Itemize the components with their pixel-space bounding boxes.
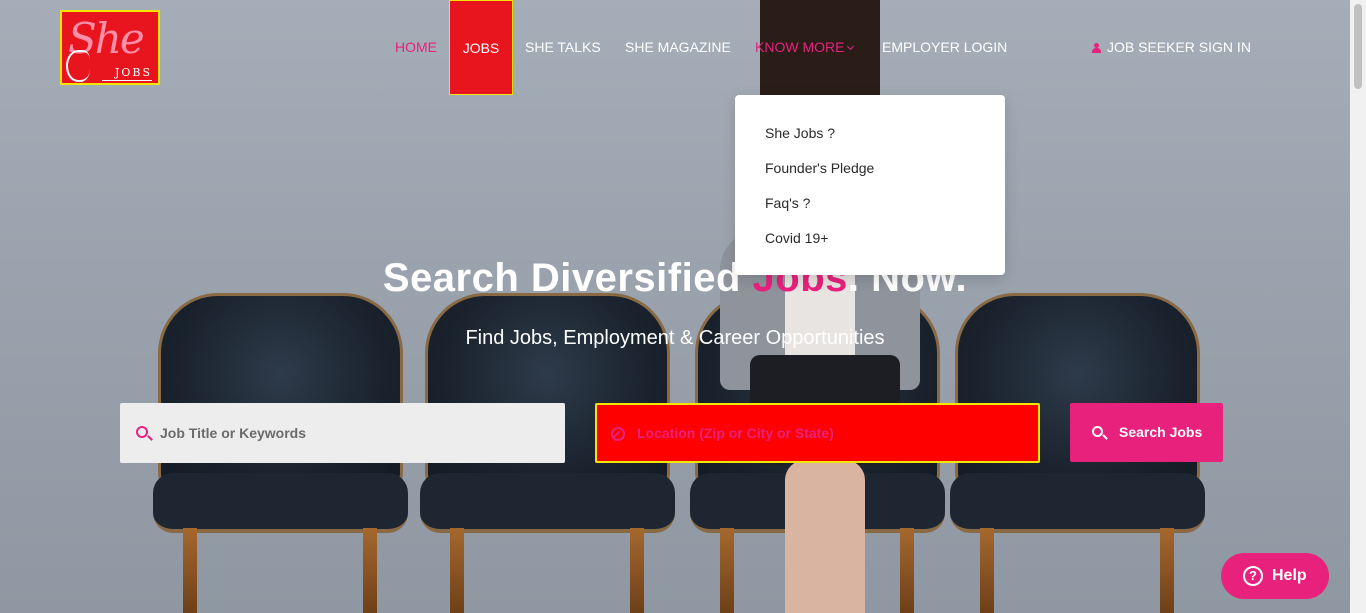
she-jobs-logo[interactable]: She JOBS [60,10,160,85]
user-icon [1092,43,1101,53]
search-jobs-label: Search Jobs [1119,424,1203,440]
help-button[interactable]: ? Help [1221,553,1329,599]
scrollbar-thumb[interactable] [1354,4,1362,89]
nav-jobs-label: JOBS [462,40,500,56]
nav-know-more[interactable]: KNOW MORE [755,39,855,55]
dropdown-item-founders-pledge[interactable]: Founder's Pledge [765,160,874,176]
job-seeker-sign-in-label: JOB SEEKER SIGN IN [1107,39,1251,55]
search-jobs-button[interactable]: Search Jobs [1070,403,1223,462]
hero-background [0,0,1350,613]
compass-icon [611,427,625,441]
chevron-down-icon [847,42,855,51]
location-search-box [595,403,1040,463]
nav-home[interactable]: HOME [395,39,437,55]
dropdown-item-she-jobs[interactable]: She Jobs ? [765,125,835,141]
dropdown-item-faqs[interactable]: Faq's ? [765,195,810,211]
nav-job-seeker-sign-in[interactable]: JOB SEEKER SIGN IN [1092,39,1251,55]
hero-subline: Find Jobs, Employment & Career Opportuni… [465,327,885,349]
nav-know-more-label: KNOW MORE [755,39,845,55]
woman-silhouette-icon [66,50,90,82]
know-more-dropdown: She Jobs ? Founder's Pledge Faq's ? Covi… [735,95,1005,275]
hero-headline: Search Diversified Jobs. Now. [0,256,1350,301]
keyword-input[interactable] [160,403,555,463]
page-scrollbar[interactable] [1350,0,1366,613]
dropdown-item-covid[interactable]: Covid 19+ [765,230,828,246]
headline-part1: Search Diversified [382,256,753,300]
search-icon [136,426,148,438]
nav-jobs[interactable]: JOBS [449,0,513,95]
help-label: Help [1272,567,1307,584]
logo-underline [102,80,152,81]
nav-employer-login[interactable]: EMPLOYER LOGIN [882,39,1007,55]
nav-she-magazine[interactable]: SHE MAGAZINE [625,39,731,55]
logo-subtext: JOBS [114,66,152,79]
nav-she-talks[interactable]: SHE TALKS [525,39,601,55]
location-input[interactable] [637,405,1028,461]
woman-image [700,0,940,613]
question-icon: ? [1243,566,1263,586]
search-icon [1092,426,1103,437]
keyword-search-box [120,403,565,463]
